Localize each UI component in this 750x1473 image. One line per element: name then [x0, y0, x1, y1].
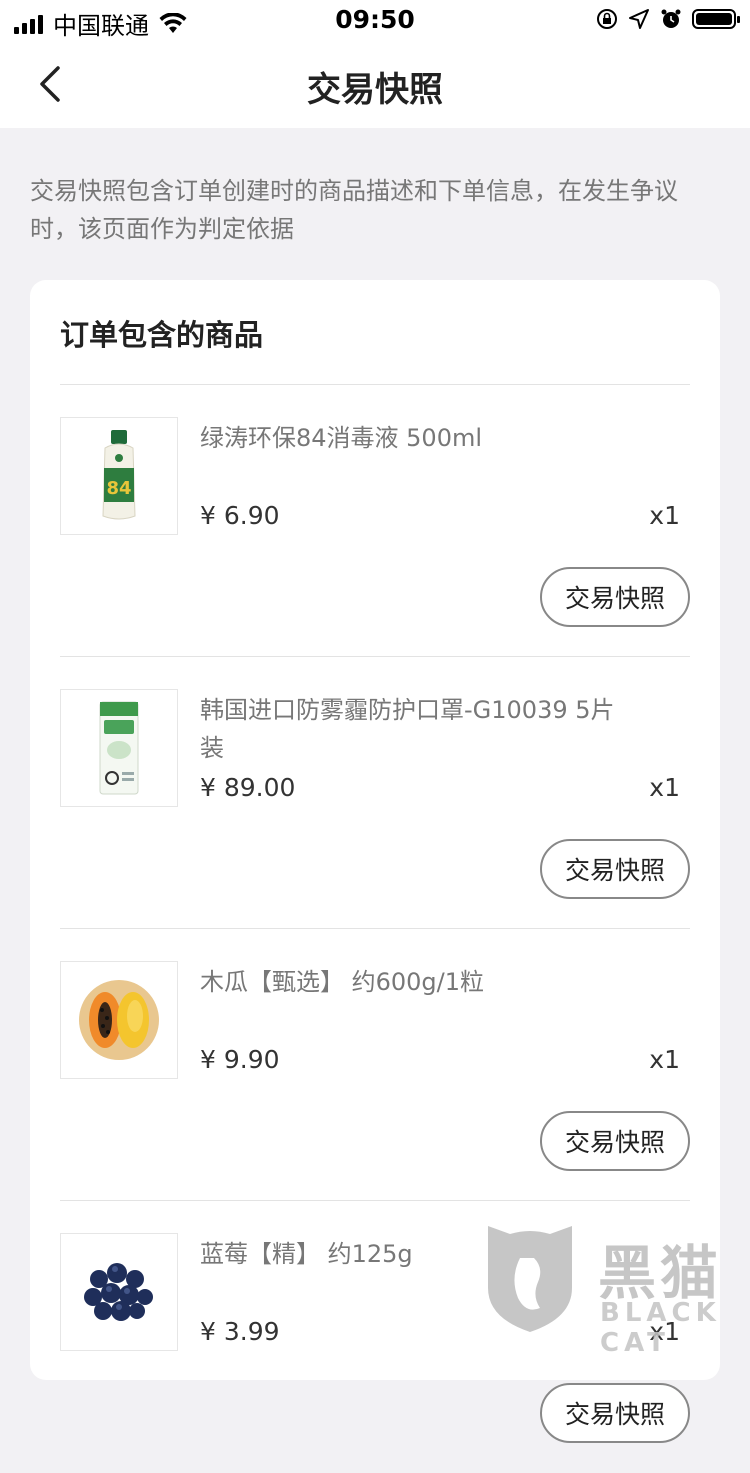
- svg-text:84: 84: [106, 478, 131, 499]
- snapshot-button[interactable]: 交易快照: [540, 1111, 690, 1171]
- list-item[interactable]: 84 绿涛环保84消毒液 500ml ¥ 6.90 x1 交易快照: [60, 385, 690, 657]
- product-name: 绿涛环保84消毒液 500ml: [200, 424, 483, 452]
- product-image[interactable]: [60, 1233, 178, 1351]
- cat-shield-icon: [488, 1226, 572, 1332]
- status-right: [596, 8, 740, 30]
- papaya-icon: [79, 980, 159, 1060]
- product-name: 韩国进口防雾霾防护口罩-G10039 5片装: [200, 696, 615, 762]
- product-image[interactable]: 84: [60, 417, 178, 535]
- product-quantity: x1: [649, 1045, 680, 1074]
- watermark-en: BLACK CAT: [600, 1298, 721, 1358]
- nav-bar: 交易快照: [0, 40, 750, 128]
- order-items-card: 订单包含的商品 84 绿涛环保84消毒液 500ml ¥ 6.90 x1 交易快…: [30, 280, 720, 1443]
- page-title: 交易快照: [307, 70, 443, 110]
- list-item[interactable]: 木瓜【甄选】 约600g/1粒 ¥ 9.90 x1 交易快照: [60, 929, 690, 1201]
- product-name: 木瓜【甄选】 约600g/1粒: [200, 968, 485, 996]
- status-bar: 中国联通 09:50: [0, 0, 750, 40]
- blueberry-icon: [84, 1263, 153, 1321]
- product-price: ¥ 3.99: [200, 1317, 280, 1346]
- location-arrow-icon: [629, 9, 649, 29]
- snapshot-button[interactable]: 交易快照: [540, 567, 690, 627]
- alarm-icon: [661, 9, 681, 28]
- snapshot-notice: 交易快照包含订单创建时的商品描述和下单信息，在发生争议时，该页面作为判定依据: [30, 177, 678, 243]
- list-item[interactable]: 韩国进口防雾霾防护口罩-G10039 5片装 ¥ 89.00 x1 交易快照: [60, 657, 690, 929]
- product-image[interactable]: [60, 689, 178, 807]
- disinfectant-bottle-icon: 84: [102, 430, 136, 520]
- product-price: ¥ 6.90: [200, 501, 280, 530]
- card-title: 订单包含的商品: [60, 318, 264, 352]
- snapshot-button[interactable]: 交易快照: [540, 1383, 690, 1443]
- product-image[interactable]: [60, 961, 178, 1079]
- product-price: ¥ 89.00: [200, 773, 296, 802]
- mask-package-icon: [99, 701, 139, 795]
- snapshot-button[interactable]: 交易快照: [540, 839, 690, 899]
- product-quantity: x1: [649, 501, 680, 530]
- product-quantity: x1: [649, 773, 680, 802]
- orientation-lock-icon: [597, 9, 617, 29]
- battery-icon: [692, 9, 740, 29]
- black-cat-watermark: 黑猫 BLACK CAT: [480, 1218, 750, 1358]
- product-price: ¥ 9.90: [200, 1045, 280, 1074]
